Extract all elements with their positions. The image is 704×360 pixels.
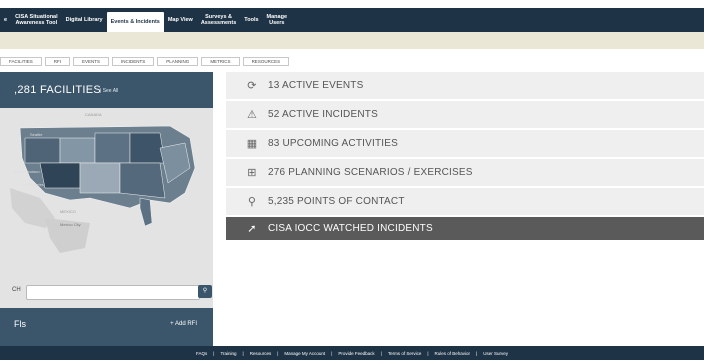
trend-icon: ➚	[247, 223, 257, 235]
map-label-los-angeles: Los Angeles	[22, 182, 44, 187]
map-label-mexico-city: Mexico City	[60, 222, 81, 227]
nav-item-map-view[interactable]: Map View	[164, 17, 197, 23]
facilities-map[interactable]: CANADA Seattle San Francisco Los Angeles…	[0, 108, 213, 308]
stat-label: 83 UPCOMING ACTIVITIES	[268, 138, 398, 149]
footer-separator: |	[476, 350, 478, 356]
stat-planning-scenarios[interactable]: ⊞ 276 PLANNING SCENARIOS / EXERCISES	[226, 159, 704, 186]
nav-item-surveys[interactable]: Surveys & Assessments	[197, 14, 240, 26]
tab-resources[interactable]: RESOURCES	[242, 57, 290, 66]
calendar-icon: ▦	[246, 138, 258, 150]
footer-link-survey[interactable]: User Survey	[483, 351, 508, 356]
footer-link-faqs[interactable]: FAQs	[196, 351, 207, 356]
footer-separator: |	[213, 350, 215, 356]
tab-events[interactable]: EVENTS	[73, 57, 110, 66]
footer-separator: |	[277, 350, 279, 356]
facilities-panel: ,281 FACILITIES | See All CANADA Seattle…	[0, 72, 213, 348]
tab-metrics[interactable]: METRICS	[201, 57, 240, 66]
footer-separator: |	[380, 350, 382, 356]
facilities-title: ,281 FACILITIES	[14, 84, 102, 96]
search-icon: ⚲	[202, 288, 208, 294]
section-tabs: FACILITIES RFI EVENTS INCIDENTS PLANNING…	[0, 57, 292, 66]
search-input[interactable]	[26, 285, 200, 300]
footer-separator: |	[427, 350, 429, 356]
stat-active-incidents[interactable]: ⚠ 52 ACTIVE INCIDENTS	[226, 101, 704, 128]
footer-link-feedback[interactable]: Provide Feedback	[338, 351, 374, 356]
tab-incidents[interactable]: INCIDENTS	[112, 57, 155, 66]
footer-link-training[interactable]: Training	[220, 351, 236, 356]
us-map-graphic: CANADA Seattle San Francisco Los Angeles…	[0, 108, 213, 308]
nav-item-manage-users[interactable]: Manage Users	[263, 14, 291, 26]
facilities-header: ,281 FACILITIES | See All	[0, 72, 213, 108]
map-label-mexico: MEXICO	[60, 209, 76, 214]
nav-item-digital-library[interactable]: Digital Library	[62, 17, 107, 23]
stat-upcoming-activities[interactable]: ▦ 83 UPCOMING ACTIVITIES	[226, 130, 704, 157]
see-all-link[interactable]: | See All	[100, 88, 118, 94]
warning-icon: ⚠	[246, 109, 258, 121]
footer-separator: |	[331, 350, 333, 356]
search-button[interactable]: ⚲	[198, 285, 212, 298]
nav-item-tools[interactable]: Tools	[240, 17, 262, 23]
footer-link-resources[interactable]: Resources	[250, 351, 272, 356]
search-label: CH	[12, 287, 21, 293]
map-label-canada: CANADA	[85, 112, 102, 117]
tab-facilities[interactable]: FACILITIES	[0, 57, 42, 66]
refresh-icon: ⟳	[247, 80, 257, 92]
stat-label: 52 ACTIVE INCIDENTS	[268, 109, 378, 120]
stat-label: 5,235 POINTS OF CONTACT	[268, 196, 405, 207]
sub-header-bar	[0, 32, 704, 49]
flowchart-icon: ⊞	[247, 167, 257, 179]
tab-planning[interactable]: PLANNING	[157, 57, 199, 66]
map-label-seattle: Seattle	[30, 132, 43, 137]
footer: FAQs | Training | Resources | Manage My …	[0, 346, 704, 360]
footer-separator: |	[242, 350, 244, 356]
tab-rfi[interactable]: RFI	[44, 57, 71, 66]
footer-link-terms[interactable]: Terms of Service	[388, 351, 422, 356]
stat-active-events[interactable]: ⟳ 13 ACTIVE EVENTS	[226, 72, 704, 99]
top-navigation: e CISA Situational Awareness Tool Digita…	[0, 8, 704, 32]
footer-link-rules[interactable]: Rules of Behavior	[435, 351, 471, 356]
footer-link-manage-account[interactable]: Manage My Account	[284, 351, 325, 356]
add-rfi-button[interactable]: + Add RFI	[170, 321, 197, 327]
nav-item-situational-awareness[interactable]: CISA Situational Awareness Tool	[11, 14, 62, 26]
stat-label: CISA IOCC WATCHED INCIDENTS	[268, 223, 433, 234]
stat-points-of-contact[interactable]: ⚲ 5,235 POINTS OF CONTACT	[226, 188, 704, 215]
stat-label: 276 PLANNING SCENARIOS / EXERCISES	[268, 167, 473, 178]
map-label-san-francisco: San Francisco	[14, 169, 40, 174]
rfi-header: Fls + Add RFI	[0, 308, 213, 348]
stats-list: ⟳ 13 ACTIVE EVENTS ⚠ 52 ACTIVE INCIDENTS…	[226, 72, 704, 242]
nav-item-events-incidents[interactable]: Events & Incidents	[106, 12, 164, 32]
contact-icon: ⚲	[247, 196, 257, 208]
nav-item-home[interactable]: e	[0, 17, 11, 23]
rfi-title: Fls	[14, 319, 26, 329]
stat-watched-incidents[interactable]: ➚ CISA IOCC WATCHED INCIDENTS	[226, 217, 704, 240]
stat-label: 13 ACTIVE EVENTS	[268, 80, 364, 91]
